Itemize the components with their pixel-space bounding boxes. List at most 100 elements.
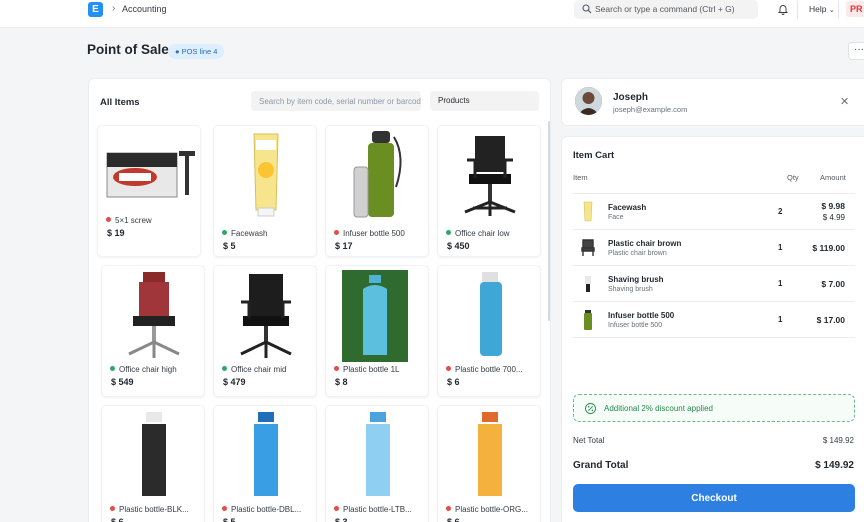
stock-indicator-dot: [446, 506, 451, 511]
item-image-plastic-bottle-700: [444, 270, 536, 360]
item-card-office-chair-mid[interactable]: Office chair mid $ 479: [213, 265, 317, 397]
stock-indicator-dot: [106, 217, 111, 222]
app-logo[interactable]: E: [88, 2, 103, 17]
cart-item-qty: 1: [778, 279, 783, 288]
item-image-bottle-black: [108, 410, 200, 500]
search-icon: [582, 4, 592, 14]
cart-header-amount: Amount: [820, 173, 846, 182]
user-avatar[interactable]: PR: [846, 1, 864, 17]
help-dropdown[interactable]: Help ⌄: [809, 4, 835, 14]
item-card-bottle-orange[interactable]: Plastic bottle-ORG... $ 6: [437, 405, 541, 522]
more-options-button[interactable]: ···: [848, 42, 864, 60]
item-image-bottle-dark-blue: [220, 410, 312, 500]
item-price: $ 6: [447, 517, 460, 522]
item-image-plastic-bottle-1l: [342, 270, 408, 362]
chevron-down-icon: ⌄: [828, 7, 835, 14]
nav-divider: [797, 1, 798, 19]
item-name: Plastic bottle 700...: [446, 365, 538, 374]
cart-item-subtitle: Plastic chair brown: [608, 250, 667, 257]
cart-item-image-facewash: [577, 201, 599, 223]
item-card-plastic-bottle-700[interactable]: Plastic bottle 700... $ 6: [437, 265, 541, 397]
item-price: $ 17: [335, 241, 353, 251]
close-icon[interactable]: ✕: [840, 95, 849, 108]
item-name: Office chair low: [446, 229, 538, 238]
checkout-button[interactable]: Checkout: [573, 484, 855, 512]
item-card-bottle-light-blue[interactable]: Plastic bottle-LTB... $ 3: [325, 405, 429, 522]
stock-indicator-dot: [222, 366, 227, 371]
item-name: Infuser bottle 500: [334, 229, 426, 238]
cart-item-image-plastic-chair: [577, 237, 599, 259]
grand-total-value: $ 149.92: [815, 460, 854, 471]
item-card-bottle-black[interactable]: Plastic bottle-BLK... $ 6: [101, 405, 205, 522]
item-card-infuser-bottle[interactable]: Infuser bottle 500 $ 17: [325, 125, 429, 257]
item-card-bottle-dark-blue[interactable]: Plastic bottle-DBL... $ 5: [213, 405, 317, 522]
item-name: Office chair mid: [222, 365, 314, 374]
cart-item-name: Plastic chair brown: [608, 239, 682, 248]
item-price: $ 6: [111, 517, 124, 522]
cart-item-amount: $ 9.98: [821, 201, 845, 211]
stock-indicator-dot: [446, 366, 451, 371]
stock-indicator-dot: [222, 230, 227, 235]
stock-indicator-dot: [334, 230, 339, 235]
nav-divider: [838, 1, 839, 19]
item-card-office-chair-high[interactable]: Office chair high $ 549: [101, 265, 205, 397]
pos-profile-label: POS line 4: [181, 47, 218, 56]
cart-header-qty: Qty: [787, 173, 799, 182]
cart-row-facewash[interactable]: Facewash Face 2 $ 9.98 $ 4.99: [573, 193, 855, 229]
global-search-bar[interactable]: Search or type a command (Ctrl + G): [574, 0, 758, 19]
cart-item-subtitle: Infuser bottle 500: [608, 322, 663, 329]
notification-bell-icon[interactable]: [777, 3, 789, 15]
item-price: $ 3: [335, 517, 348, 522]
item-price: $ 19: [107, 228, 125, 238]
cart-row-shaving-brush[interactable]: Shaving brush Shaving brush 1 $ 7.00: [573, 265, 855, 301]
cart-item-amount: $ 17.00: [816, 315, 845, 325]
page-title: Point of Sale: [87, 42, 169, 57]
customer-email: joseph@example.com: [613, 105, 688, 114]
item-image-office-chair-mid: [220, 270, 312, 360]
item-image-screw-box: [104, 130, 196, 220]
chevron-right-icon: ›: [112, 3, 116, 14]
discount-banner[interactable]: Additional 2% discount applied: [573, 394, 855, 422]
item-price: $ 5: [223, 517, 236, 522]
breadcrumb-accounting[interactable]: Accounting: [122, 4, 167, 14]
pos-profile-badge: ● POS line 4: [168, 44, 225, 59]
cart-item-subtitle: Shaving brush: [608, 286, 653, 293]
cart-header-item: Item: [573, 173, 588, 182]
stock-indicator-dot: [110, 506, 115, 511]
items-panel: All Items Products 5×1 screw $ 19 Facewa…: [88, 78, 551, 522]
cart-row-infuser-bottle[interactable]: Infuser bottle 500 Infuser bottle 500 1 …: [573, 301, 855, 337]
item-cart-panel: Item Cart Item Qty Amount Facewash Face …: [561, 136, 864, 522]
customer-panel[interactable]: Joseph joseph@example.com ✕: [561, 78, 864, 126]
stock-indicator-dot: [110, 366, 115, 371]
stock-indicator-dot: [334, 506, 339, 511]
item-search-input[interactable]: [251, 91, 421, 111]
item-name: Office chair high: [110, 365, 202, 374]
item-name: Plastic bottle-DBL...: [222, 505, 314, 514]
discount-text: Additional 2% discount applied: [604, 404, 713, 413]
items-title: All Items: [100, 97, 140, 108]
item-price: $ 5: [223, 241, 236, 251]
item-card-screw[interactable]: 5×1 screw $ 19: [97, 125, 201, 257]
cart-item-rate: $ 4.99: [822, 213, 845, 222]
item-card-office-chair-low[interactable]: Office chair low $ 450: [437, 125, 541, 257]
item-price: $ 450: [447, 241, 470, 251]
item-price: $ 479: [223, 377, 246, 387]
items-scrollbar[interactable]: [548, 121, 550, 321]
item-image-bottle-orange: [444, 410, 536, 500]
cart-item-amount: $ 119.00: [812, 243, 845, 253]
stock-indicator-dot: [222, 506, 227, 511]
item-card-plastic-bottle-1l[interactable]: Plastic bottle 1L $ 8: [325, 265, 429, 397]
cart-item-image-shaving-brush: [577, 273, 599, 295]
item-name: Plastic bottle 1L: [334, 365, 426, 374]
cart-item-amount: $ 7.00: [821, 279, 845, 289]
stock-indicator-dot: [334, 366, 339, 371]
item-price: $ 6: [447, 377, 460, 387]
item-card-facewash[interactable]: Facewash $ 5: [213, 125, 317, 257]
item-name: Facewash: [222, 229, 314, 238]
cart-item-qty: 1: [778, 315, 783, 324]
top-navbar: E › Accounting Search or type a command …: [0, 0, 864, 28]
cart-row-plastic-chair-brown[interactable]: Plastic chair brown Plastic chair brown …: [573, 229, 855, 265]
grand-total-label: Grand Total: [573, 460, 629, 471]
item-group-select[interactable]: Products: [430, 91, 539, 111]
net-total-label: Net Total: [573, 436, 605, 445]
